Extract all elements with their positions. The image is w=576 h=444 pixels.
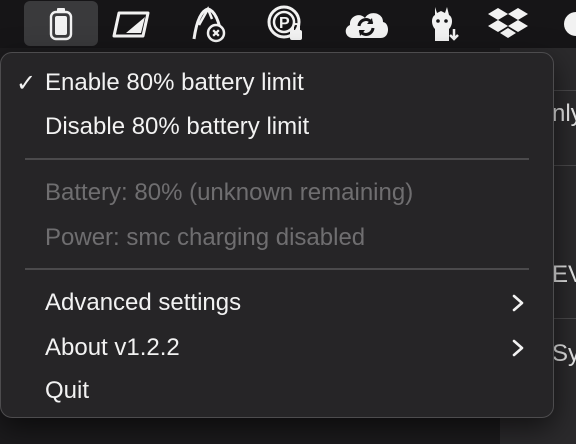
dropbox-icon[interactable] xyxy=(484,0,532,48)
battery-status-item: Battery: 80% (unknown remaining) xyxy=(1,171,553,215)
about-item[interactable]: About v1.2.2 xyxy=(1,326,553,370)
menu-separator xyxy=(25,268,529,270)
quit-label: Quit xyxy=(45,377,90,404)
cloud-sync-icon[interactable] xyxy=(338,0,394,48)
quit-item[interactable]: Quit xyxy=(1,369,553,413)
enable-battery-limit-item[interactable]: ✓ Enable 80% battery limit xyxy=(1,61,553,105)
power-status-item: Power: smc charging disabled xyxy=(1,216,553,260)
battery-dropdown-menu: ✓ Enable 80% battery limit Disable 80% b… xyxy=(0,52,554,418)
battery-icon[interactable] xyxy=(24,1,98,46)
menu-bar: P xyxy=(0,0,576,48)
background-text-2: EV xyxy=(552,261,576,288)
advanced-settings-item[interactable]: Advanced settings xyxy=(1,281,553,325)
checkmark-icon: ✓ xyxy=(16,69,37,97)
chevron-right-icon xyxy=(512,339,524,357)
graph-icon[interactable] xyxy=(184,0,232,48)
alpaca-icon[interactable] xyxy=(420,0,468,48)
battery-status-label: Battery: 80% (unknown remaining) xyxy=(45,179,414,206)
power-status-label: Power: smc charging disabled xyxy=(45,224,366,251)
chevron-right-icon xyxy=(512,294,524,312)
disable-battery-limit-label: Disable 80% battery limit xyxy=(45,113,310,140)
background-text-1: nly xyxy=(552,100,576,127)
background-text-3: Sy xyxy=(552,340,576,367)
advanced-settings-label: Advanced settings xyxy=(45,289,242,316)
partial-icon[interactable] xyxy=(560,0,576,48)
parking-lock-icon[interactable]: P xyxy=(262,0,310,48)
disable-battery-limit-item[interactable]: Disable 80% battery limit xyxy=(1,105,553,149)
svg-text:P: P xyxy=(279,15,290,32)
window-icon[interactable] xyxy=(108,0,156,48)
menu-separator xyxy=(25,158,529,160)
about-label: About v1.2.2 xyxy=(45,334,180,361)
enable-battery-limit-label: Enable 80% battery limit xyxy=(45,69,304,96)
